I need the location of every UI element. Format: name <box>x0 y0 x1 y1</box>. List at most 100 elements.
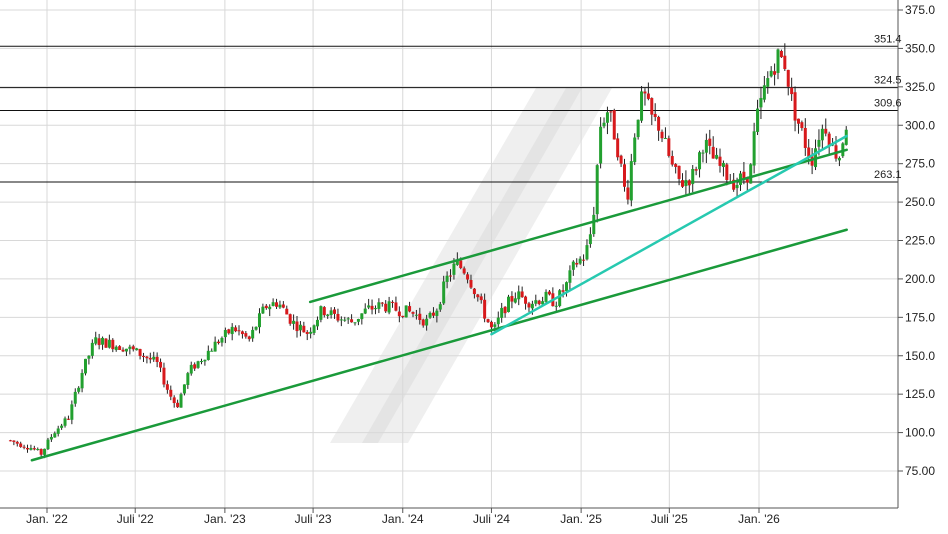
candle-body <box>459 260 463 269</box>
candle-body <box>500 307 504 318</box>
candle-body <box>622 164 626 187</box>
candle-body <box>718 156 722 166</box>
candle-body <box>182 384 186 394</box>
candle-body <box>309 331 313 334</box>
candle-body <box>281 304 285 308</box>
candle-body <box>19 443 23 447</box>
candle-body <box>87 355 91 359</box>
y-tick-label: 225.0 <box>905 234 935 248</box>
candle-body <box>633 137 637 163</box>
candle-body <box>12 440 16 442</box>
candle-body <box>824 128 828 134</box>
candle-body <box>360 313 364 320</box>
candle-body <box>694 169 698 171</box>
candle-body <box>165 384 169 390</box>
candle-body <box>704 139 708 153</box>
candle-body <box>326 314 330 317</box>
candle-body <box>135 348 139 351</box>
candle-body <box>312 325 316 333</box>
candle-body <box>26 447 30 450</box>
candle-body <box>762 85 766 100</box>
y-tick-label: 175.0 <box>905 310 935 324</box>
candle-body <box>442 281 446 304</box>
candle-body <box>339 319 343 321</box>
candle-body <box>203 359 207 362</box>
candle-body <box>438 304 442 310</box>
candle-body <box>568 270 572 283</box>
candle-body <box>452 263 456 275</box>
candle-body <box>36 449 40 451</box>
candle-body <box>295 321 299 332</box>
candle-body <box>411 312 415 314</box>
candle-body <box>524 296 528 304</box>
candle-body <box>547 291 551 295</box>
candle-body <box>646 93 650 99</box>
candle-body <box>322 307 326 316</box>
candle-body <box>193 364 197 369</box>
candle-body <box>561 290 565 292</box>
candle-body <box>779 50 783 58</box>
candle-body <box>786 69 790 87</box>
x-tick-label: Jan. '23 <box>204 512 246 526</box>
candle-body <box>251 329 255 339</box>
candle-body <box>414 314 418 316</box>
candle-body <box>155 356 159 363</box>
candle-body <box>227 329 231 334</box>
candle-body <box>199 361 203 363</box>
candle-body <box>292 320 296 324</box>
x-axis: Jan. '22 Juli '22 Jan. '23 Juli '23 Jan. '24… <box>0 507 898 526</box>
x-tick-label: Jan. '24 <box>382 512 424 526</box>
candle-body <box>169 389 173 397</box>
candle-body <box>111 339 115 350</box>
candle-body <box>657 116 661 131</box>
candle-body <box>234 327 238 332</box>
candle-body <box>220 337 224 343</box>
x-tick-label: Juli '23 <box>295 512 332 526</box>
candle-body <box>599 126 603 164</box>
candle-body <box>373 308 377 310</box>
candle-body <box>230 326 234 335</box>
candle-body <box>240 331 244 335</box>
candle-body <box>179 394 183 408</box>
candle-body <box>820 128 824 141</box>
candle-body <box>56 428 60 434</box>
level-label: 324.5 <box>874 75 902 87</box>
candle-body <box>800 122 804 129</box>
x-tick-label: Jan. '22 <box>26 512 68 526</box>
candle-body <box>517 291 521 300</box>
candle-body <box>571 261 575 270</box>
candle-body <box>653 113 657 118</box>
candle-body <box>680 180 684 187</box>
candle-body <box>391 301 395 303</box>
candle-body <box>223 329 227 338</box>
candle-body <box>15 441 19 444</box>
price-chart: 75.00 100.0 125.0 150.0 175.0 200.0 225.0 250.0… <box>0 0 935 526</box>
candle-body <box>401 315 405 317</box>
candle-body <box>124 348 128 352</box>
candle-body <box>302 325 306 333</box>
candle-body <box>650 98 654 115</box>
candle-body <box>22 446 26 448</box>
candle-body <box>476 294 480 298</box>
candle-body <box>189 364 193 374</box>
candle-body <box>114 346 118 351</box>
y-tick-label: 200.0 <box>905 272 935 286</box>
candle-body <box>421 319 425 326</box>
candle-body <box>527 303 531 308</box>
candle-body <box>425 318 429 326</box>
candle-body <box>356 318 360 322</box>
candle-body <box>77 387 81 392</box>
candle-body <box>715 154 719 159</box>
candle-body <box>404 305 408 318</box>
candle-body <box>493 324 497 327</box>
candle-body <box>626 187 630 200</box>
candle-body <box>343 319 347 321</box>
candle-body <box>210 350 214 352</box>
candle-body <box>244 333 248 337</box>
candle-body <box>691 168 695 185</box>
candle-body <box>148 357 152 360</box>
y-tick-label: 125.0 <box>905 387 935 401</box>
candle-body <box>162 367 166 385</box>
candle-body <box>418 313 422 320</box>
candle-body <box>660 131 664 139</box>
